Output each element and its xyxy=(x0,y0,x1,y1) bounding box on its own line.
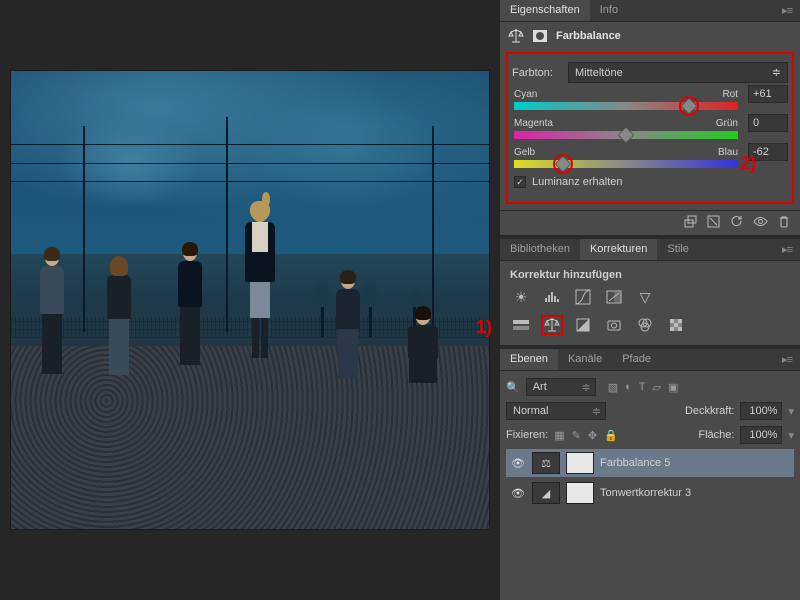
tone-label: Farbton: xyxy=(512,67,562,79)
mask-thumbnail[interactable] xyxy=(566,482,594,504)
lock-pixels-icon[interactable]: ✎ xyxy=(572,429,581,442)
fill-label: Fläche: xyxy=(698,429,734,441)
properties-footer-icons xyxy=(500,210,800,235)
filter-type-icon[interactable]: T xyxy=(639,381,646,394)
exposure-icon[interactable] xyxy=(603,287,625,307)
photo-filter-icon[interactable] xyxy=(603,315,625,335)
visibility-icon[interactable] xyxy=(753,215,768,231)
document-preview[interactable] xyxy=(10,70,490,530)
panel-menu-icon[interactable]: ▸≡ xyxy=(774,239,800,260)
mask-thumbnail[interactable] xyxy=(566,452,594,474)
red-value-field[interactable]: +61 xyxy=(748,85,788,103)
opacity-label: Deckkraft: xyxy=(685,405,735,417)
view-previous-icon[interactable] xyxy=(707,215,720,231)
black-white-icon[interactable] xyxy=(572,315,594,335)
filter-pixel-icon[interactable]: ▧ xyxy=(608,381,618,394)
cyan-red-slider[interactable]: Cyan Rot +61 xyxy=(512,85,788,114)
cyan-label: Cyan xyxy=(514,89,537,100)
magenta-label: Magenta xyxy=(514,118,553,129)
annotation-2: 2) xyxy=(740,153,756,174)
lock-transparency-icon[interactable]: ▦ xyxy=(554,429,564,442)
fill-field[interactable]: 100% xyxy=(740,426,782,444)
tone-dropdown[interactable]: Mitteltöne≑ xyxy=(568,62,788,83)
clip-to-layer-icon[interactable] xyxy=(684,215,697,231)
reset-icon[interactable] xyxy=(730,215,743,231)
adjustment-thumbnail: ⚖ xyxy=(532,452,560,474)
opacity-field[interactable]: 100% xyxy=(740,402,782,420)
channel-mixer-icon[interactable] xyxy=(634,315,656,335)
visibility-toggle-icon[interactable]: 👁 xyxy=(510,487,526,500)
vibrance-icon[interactable]: ▽ xyxy=(634,287,656,307)
rot-label: Rot xyxy=(722,89,738,100)
blend-mode-dropdown[interactable]: Normal xyxy=(506,402,606,420)
adjustments-tabbar: Bibliotheken Korrekturen Stile ▸≡ xyxy=(500,239,800,261)
mask-icon xyxy=(532,28,548,44)
preserve-luminosity-label: Luminanz erhalten xyxy=(532,176,623,188)
layer-row[interactable]: 👁 ⚖ Farbbalance 5 xyxy=(506,449,794,477)
annotation-1: 1) xyxy=(476,317,492,338)
properties-title: Farbbalance xyxy=(556,30,621,42)
tab-korrekturen[interactable]: Korrekturen xyxy=(580,239,657,260)
magenta-green-slider[interactable]: Magenta Grün 0 xyxy=(512,114,788,143)
add-adjustment-label: Korrektur hinzufügen xyxy=(510,267,790,283)
tab-eigenschaften[interactable]: Eigenschaften xyxy=(500,0,590,21)
brightness-contrast-icon[interactable]: ☀ xyxy=(510,287,532,307)
filter-adjustment-icon[interactable]: ◐ xyxy=(625,381,632,394)
layer-name[interactable]: Tonwertkorrektur 3 xyxy=(600,487,691,499)
filter-search-icon[interactable]: 🔍 xyxy=(506,381,520,394)
filter-shape-icon[interactable]: ▱ xyxy=(653,381,661,394)
filter-smart-icon[interactable]: ▣ xyxy=(668,381,678,394)
panel-menu-icon[interactable]: ▸≡ xyxy=(774,349,800,370)
trash-icon[interactable] xyxy=(778,215,790,231)
layers-tabbar: Ebenen Kanäle Pfade ▸≡ xyxy=(500,349,800,371)
right-panel: Eigenschaften Info ▸≡ Farbbalance Farbto… xyxy=(500,0,800,600)
layer-name[interactable]: Farbbalance 5 xyxy=(600,457,670,469)
balance-scale-icon xyxy=(508,28,524,44)
tab-info[interactable]: Info xyxy=(590,0,628,21)
tab-pfade[interactable]: Pfade xyxy=(612,349,661,370)
preserve-luminosity-checkbox[interactable]: ✓ xyxy=(514,176,526,188)
canvas-area xyxy=(0,0,500,600)
layer-row[interactable]: 👁 ◢ Tonwertkorrektur 3 xyxy=(506,479,794,507)
lock-all-icon[interactable]: 🔒 xyxy=(604,429,618,442)
blau-label: Blau xyxy=(718,147,738,158)
color-lookup-icon[interactable] xyxy=(665,315,687,335)
chevron-updown-icon: ≑ xyxy=(772,66,781,79)
layer-filter-type[interactable]: Art xyxy=(526,378,596,396)
tab-ebenen[interactable]: Ebenen xyxy=(500,349,558,370)
lock-label: Fixieren: xyxy=(506,429,548,441)
tab-stile[interactable]: Stile xyxy=(657,239,698,260)
hue-sat-icon[interactable] xyxy=(510,315,532,335)
adjustment-thumbnail: ◢ xyxy=(532,482,560,504)
color-balance-icon[interactable] xyxy=(541,315,563,335)
gelb-label: Gelb xyxy=(514,147,535,158)
properties-tabbar: Eigenschaften Info ▸≡ xyxy=(500,0,800,22)
tab-kanaele[interactable]: Kanäle xyxy=(558,349,612,370)
gruen-label: Grün xyxy=(716,118,738,129)
lock-position-icon[interactable]: ✥ xyxy=(588,429,597,442)
properties-header: Farbbalance xyxy=(500,22,800,50)
panel-menu-icon[interactable]: ▸≡ xyxy=(774,0,800,21)
curves-icon[interactable] xyxy=(572,287,594,307)
tab-bibliotheken[interactable]: Bibliotheken xyxy=(500,239,580,260)
visibility-toggle-icon[interactable]: 👁 xyxy=(510,457,526,470)
color-balance-properties: Farbton: Mitteltöne≑ Cyan Rot +61 Magenta… xyxy=(506,52,794,204)
green-value-field[interactable]: 0 xyxy=(748,114,788,132)
levels-icon[interactable] xyxy=(541,287,563,307)
